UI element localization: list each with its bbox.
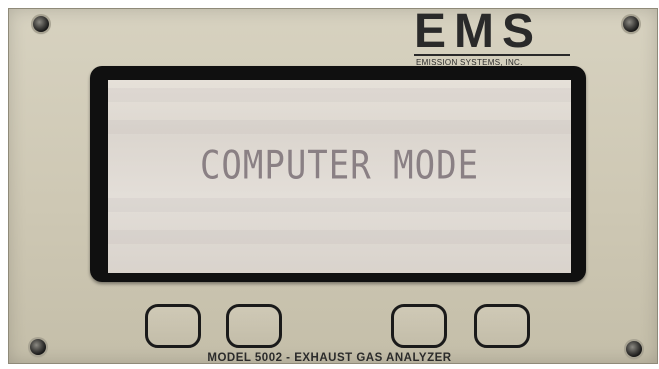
function-button-4[interactable] (474, 304, 530, 348)
logo-rule (414, 54, 570, 56)
function-button-1[interactable] (145, 304, 201, 348)
ems-logo: EMS EMISSION SYSTEMS, INC. (400, 6, 576, 67)
lcd-pixel-row (108, 198, 571, 212)
function-button-2[interactable] (226, 304, 282, 348)
lcd-pixel-row (108, 88, 571, 102)
logo-text: EMS (414, 5, 543, 58)
screw-top-left (33, 16, 49, 32)
lcd-pixel-row (108, 120, 571, 134)
lcd-display: COMPUTER MODE (108, 80, 571, 273)
lcd-message: COMPUTER MODE (199, 143, 480, 189)
model-label: MODEL 5002 - EXHAUST GAS ANALYZER (207, 352, 452, 364)
function-button-3[interactable] (391, 304, 447, 348)
screw-top-right (623, 16, 639, 32)
lcd-pixel-row (108, 230, 571, 244)
